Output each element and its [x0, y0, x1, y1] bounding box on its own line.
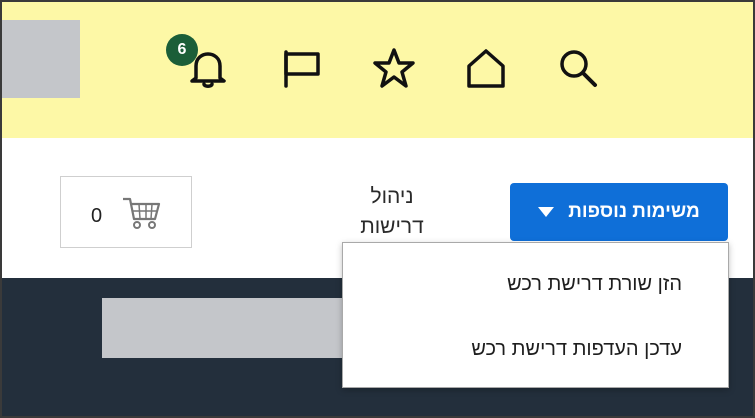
redacted-content-area	[102, 298, 354, 358]
home-icon	[467, 49, 505, 88]
star-icon	[373, 48, 415, 88]
flag-button[interactable]	[270, 36, 334, 100]
menu-item-enter-requisition-line[interactable]: הזן שורת דרישת רכש	[352, 273, 682, 296]
manage-requisitions-label-line1: ניהול	[370, 185, 414, 208]
notification-count-badge: 6	[166, 34, 198, 66]
search-button[interactable]	[546, 36, 610, 100]
home-button[interactable]	[454, 36, 518, 100]
redacted-logo-area	[2, 20, 80, 98]
caret-down-icon	[538, 207, 555, 217]
top-header-bar: 6	[2, 2, 753, 138]
manage-requisitions-label-line2: דרישות	[360, 215, 424, 238]
app-frame: 6 0 ניהול דרישות משימות נוספות הזן שורת …	[0, 0, 755, 418]
menu-item-update-requisition-preferences[interactable]: עדכן העדפות דרישת רכש	[352, 338, 682, 361]
manage-requisitions-link[interactable]: ניהול דרישות	[342, 182, 442, 242]
cart-count: 0	[91, 205, 103, 227]
flag-icon	[284, 50, 320, 88]
cart-button[interactable]: 0	[60, 176, 192, 248]
more-lists-dropdown-button[interactable]: משימות נוספות	[510, 183, 728, 241]
more-lists-dropdown-menu: הזן שורת דרישת רכש עדכן העדפות דרישת רכש	[342, 242, 729, 388]
favorites-button[interactable]	[362, 36, 426, 100]
more-lists-label: משימות נוספות	[568, 201, 700, 222]
search-icon	[560, 50, 597, 87]
shopping-cart-icon	[123, 197, 161, 229]
